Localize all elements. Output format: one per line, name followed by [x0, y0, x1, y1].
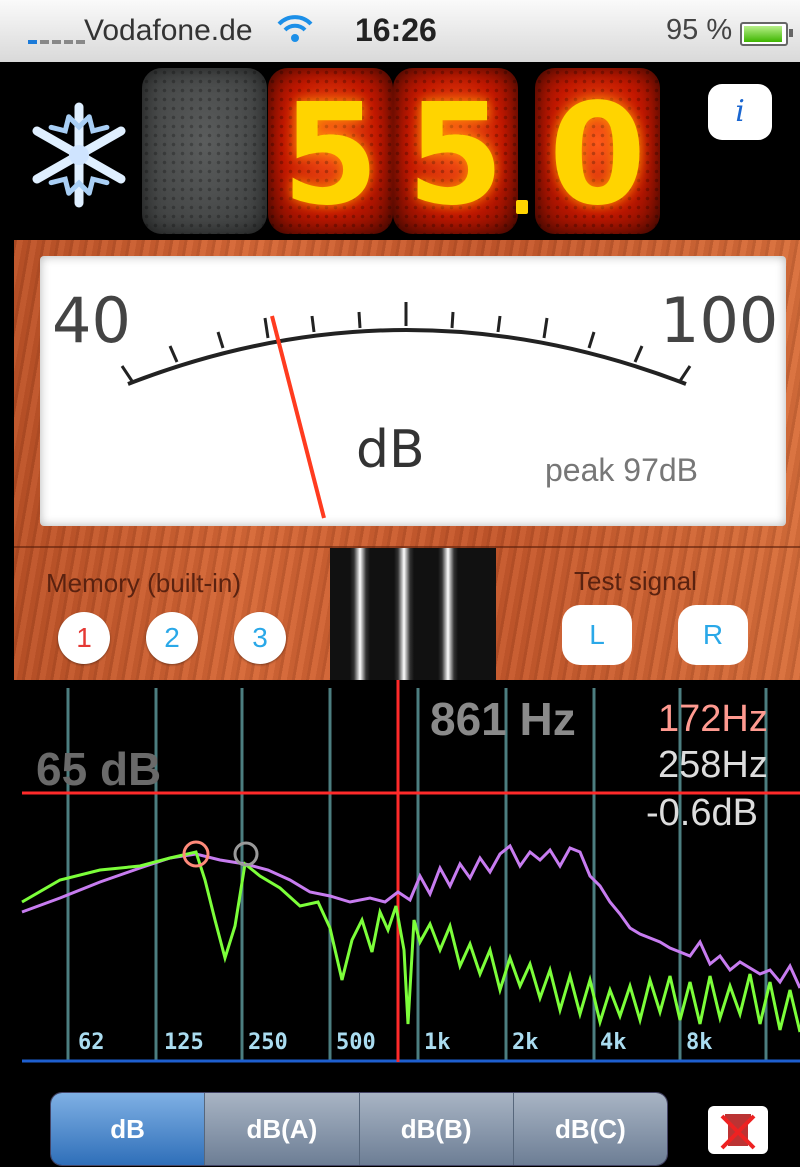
- green-trace: [21, 850, 800, 1033]
- meter-needle: [270, 315, 326, 519]
- marker-2-frequency: 258Hz: [658, 744, 768, 786]
- test-signal-left-button[interactable]: L: [562, 605, 632, 665]
- meter-unit-label: dB: [356, 420, 425, 480]
- digit-tube-blank: [142, 68, 267, 234]
- freq-label: 8k: [686, 1030, 713, 1055]
- freq-label: 1k: [424, 1030, 451, 1055]
- marker-2: [233, 841, 259, 867]
- snowflake-icon[interactable]: [24, 100, 134, 210]
- weighting-dba-button[interactable]: dB(A): [204, 1093, 359, 1165]
- memory-slot-1-button[interactable]: 1: [58, 612, 110, 664]
- freq-label: 250: [248, 1030, 288, 1055]
- memory-slot-2-button[interactable]: 2: [146, 612, 198, 664]
- bottom-toolbar: dB dB(A) dB(B) dB(C): [0, 1070, 800, 1167]
- weighting-dbb-button[interactable]: dB(B): [358, 1093, 513, 1165]
- freq-label: 125: [164, 1030, 204, 1055]
- decimal-point: [516, 200, 528, 214]
- memory-label: Memory (built-in): [46, 568, 242, 598]
- trash-icon: [720, 1114, 756, 1150]
- freq-label: 4k: [600, 1030, 627, 1055]
- clock: 16:26: [355, 12, 437, 48]
- freq-label: 62: [78, 1030, 105, 1055]
- test-signal-right-button[interactable]: R: [678, 605, 748, 665]
- meter-peak-label: peak 97dB: [545, 452, 699, 488]
- wifi-icon: [277, 15, 313, 42]
- battery-icon: [740, 22, 793, 46]
- carrier-name: Vodafone.de: [84, 14, 253, 47]
- meter-max-label: 100: [660, 284, 779, 357]
- meter-min-label: 40: [52, 284, 131, 357]
- freq-label: 500: [336, 1030, 376, 1055]
- clear-button[interactable]: [708, 1106, 768, 1154]
- weighting-db-button[interactable]: dB: [51, 1093, 205, 1165]
- battery-percent: 95 %: [666, 14, 733, 46]
- digit-tube: 0: [535, 68, 660, 234]
- info-button[interactable]: i: [708, 84, 772, 140]
- marker-1-frequency: 172Hz: [658, 698, 768, 740]
- test-signal-label: Test signal: [574, 566, 697, 596]
- memory-slot-3-button[interactable]: 3: [234, 612, 286, 664]
- cursor-level: 65 dB: [36, 743, 162, 795]
- spectrum-analyzer[interactable]: 861 Hz 65 dB 172Hz 258Hz -0.6dB 62 125 2…: [0, 680, 800, 1070]
- cursor-frequency: 861 Hz: [430, 693, 576, 745]
- digit-tube: 5: [393, 68, 518, 234]
- freq-label: 2k: [512, 1030, 539, 1055]
- signal-strength-icon: [28, 40, 85, 44]
- status-bar: Vodafone.de 16:26 95 %: [0, 0, 800, 62]
- weighting-dbc-button[interactable]: dB(C): [512, 1093, 667, 1165]
- vu-meter: 40 100 dB peak 97dB: [40, 256, 786, 526]
- speaker-grill: [330, 548, 496, 680]
- weighting-selector: dB dB(A) dB(B) dB(C): [50, 1092, 668, 1166]
- marker-difference: -0.6dB: [646, 792, 758, 834]
- digit-tube: 5: [268, 68, 393, 234]
- digital-display: 5 5 0: [0, 62, 800, 240]
